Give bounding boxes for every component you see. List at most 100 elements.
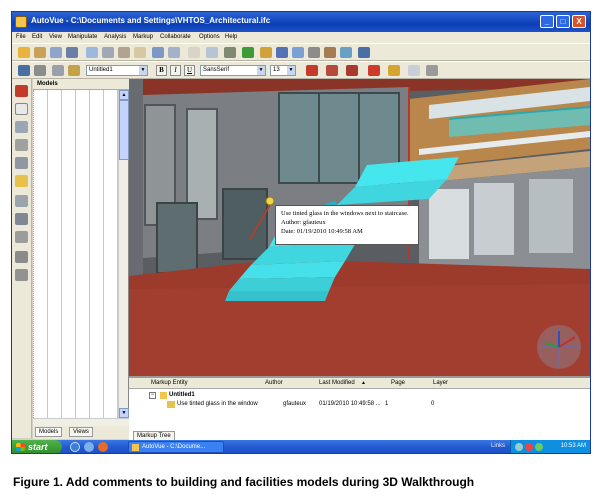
taskbar-autovue-button[interactable]: AutoVue - C:\Docume...	[128, 441, 224, 453]
color-icon[interactable]	[388, 65, 400, 76]
delete-icon[interactable]	[34, 65, 46, 76]
line-icon[interactable]	[15, 121, 28, 133]
chevron-down-icon[interactable]: ▼	[257, 66, 265, 75]
font-size-select[interactable]: 13 ▼	[270, 65, 296, 76]
select-icon[interactable]	[188, 47, 200, 58]
models-horizontal-scrollbar[interactable]	[33, 418, 129, 426]
attach-icon[interactable]	[15, 195, 28, 207]
italic-button[interactable]: I	[170, 65, 181, 76]
col-last-modified[interactable]: Last Modified	[319, 380, 355, 386]
open-icon[interactable]	[18, 47, 30, 58]
col-layer[interactable]: Layer	[433, 380, 448, 386]
markup-group-row[interactable]: − Untitled1	[129, 391, 590, 400]
collapse-icon[interactable]: −	[149, 392, 156, 399]
menu-manipulate[interactable]: Manipulate	[68, 34, 97, 40]
open-folder-icon[interactable]	[34, 47, 46, 58]
markup-note[interactable]: Use tinted glass in the windows next to …	[275, 205, 419, 245]
print-icon[interactable]	[66, 47, 78, 58]
bold-button[interactable]: B	[156, 65, 167, 76]
rotate-icon[interactable]	[118, 47, 130, 58]
menu-options[interactable]: Options	[199, 34, 220, 40]
stamp-icon[interactable]	[426, 65, 438, 76]
line-color-icon[interactable]	[306, 65, 318, 76]
stamp-icon[interactable]	[15, 269, 28, 281]
compare-icon[interactable]	[324, 47, 336, 58]
internet-explorer-icon[interactable]	[70, 442, 80, 452]
markup-icon[interactable]	[15, 85, 28, 97]
update-icon[interactable]	[535, 443, 543, 451]
menu-markup[interactable]: Markup	[133, 34, 153, 40]
dimension-icon[interactable]	[15, 231, 28, 243]
tab-models[interactable]: Models	[35, 427, 63, 437]
walk-icon[interactable]	[152, 47, 164, 58]
note-pin-icon	[265, 196, 275, 206]
grid-icon[interactable]	[340, 47, 352, 58]
scroll-thumb[interactable]	[119, 100, 129, 160]
model-icon[interactable]	[242, 47, 254, 58]
note-icon[interactable]	[408, 65, 420, 76]
scroll-down-icon[interactable]: ▼	[119, 408, 129, 418]
box-icon[interactable]	[15, 157, 28, 169]
scroll-up-icon[interactable]: ▲	[119, 90, 129, 100]
chevron-down-icon[interactable]: ▼	[139, 66, 147, 75]
3d-viewport[interactable]: Use tinted glass in the windows next to …	[129, 79, 590, 376]
media-icon[interactable]	[84, 442, 94, 452]
explode-icon[interactable]	[260, 47, 272, 58]
transform-icon[interactable]	[292, 47, 304, 58]
title-bar[interactable]: AutoVue - C:\Documents and Settings\VHTO…	[12, 12, 590, 32]
fill-color-icon[interactable]	[368, 65, 380, 76]
filter-icon[interactable]	[52, 65, 64, 76]
network-icon[interactable]	[515, 443, 523, 451]
font-select[interactable]: SansSerif ▼	[200, 65, 266, 76]
zoom-icon[interactable]	[86, 47, 98, 58]
models-vertical-scrollbar[interactable]: ▲ ▼	[118, 90, 129, 418]
close-button[interactable]: X	[572, 15, 586, 28]
chevron-down-icon[interactable]: ▼	[287, 66, 295, 75]
menu-collaborate[interactable]: Collaborate	[160, 34, 191, 40]
measure-icon[interactable]	[15, 213, 28, 225]
minimize-button[interactable]: _	[540, 15, 554, 28]
tab-views[interactable]: Views	[69, 427, 93, 437]
layer-select[interactable]: Untitled1 ▼	[86, 65, 148, 76]
fit-icon[interactable]	[134, 47, 146, 58]
model-tree[interactable]	[33, 90, 119, 418]
save-icon[interactable]	[18, 65, 30, 76]
menu-file[interactable]: File	[16, 34, 26, 40]
windows-flag-icon	[16, 443, 25, 451]
app-icon	[15, 16, 27, 28]
window-icon[interactable]	[358, 47, 370, 58]
arrow-icon[interactable]	[15, 139, 28, 151]
cloud-icon[interactable]	[15, 251, 28, 263]
firefox-icon[interactable]	[98, 442, 108, 452]
col-author[interactable]: Author	[265, 380, 283, 386]
section-icon[interactable]	[224, 47, 236, 58]
pan-icon[interactable]	[206, 47, 218, 58]
links-toolbar[interactable]: Links	[491, 443, 505, 449]
menu-edit[interactable]: Edit	[32, 34, 42, 40]
tools-icon[interactable]	[308, 47, 320, 58]
pencil-icon[interactable]	[50, 47, 62, 58]
markup-modified-cell: 01/19/2010 10:49:58 ...	[319, 401, 381, 407]
main-toolbar	[12, 43, 590, 61]
menu-help[interactable]: Help	[225, 34, 237, 40]
zoom-fit-icon[interactable]	[102, 47, 114, 58]
menu-analysis[interactable]: Analysis	[104, 34, 126, 40]
pen-icon[interactable]	[68, 65, 80, 76]
markup-entity-cell: Use tinted glass in the window	[177, 401, 258, 407]
maximize-button[interactable]: □	[556, 15, 570, 28]
col-markup-entity[interactable]: Markup Entity	[151, 380, 188, 386]
security-icon[interactable]	[525, 443, 533, 451]
start-button[interactable]: start	[12, 440, 62, 453]
markup-page-cell: 1	[385, 401, 389, 407]
note-icon[interactable]	[15, 175, 28, 187]
line-width-icon[interactable]	[346, 65, 358, 76]
markup-row[interactable]: Use tinted glass in the window gfauteux …	[129, 400, 590, 409]
note-icon	[167, 401, 175, 408]
underline-button[interactable]: U	[184, 65, 195, 76]
camera-icon[interactable]	[168, 47, 180, 58]
line-style-icon[interactable]	[326, 65, 338, 76]
col-page[interactable]: Page	[391, 380, 405, 386]
menu-view[interactable]: View	[49, 34, 62, 40]
measure-icon[interactable]	[276, 47, 288, 58]
select-icon[interactable]	[15, 103, 28, 115]
